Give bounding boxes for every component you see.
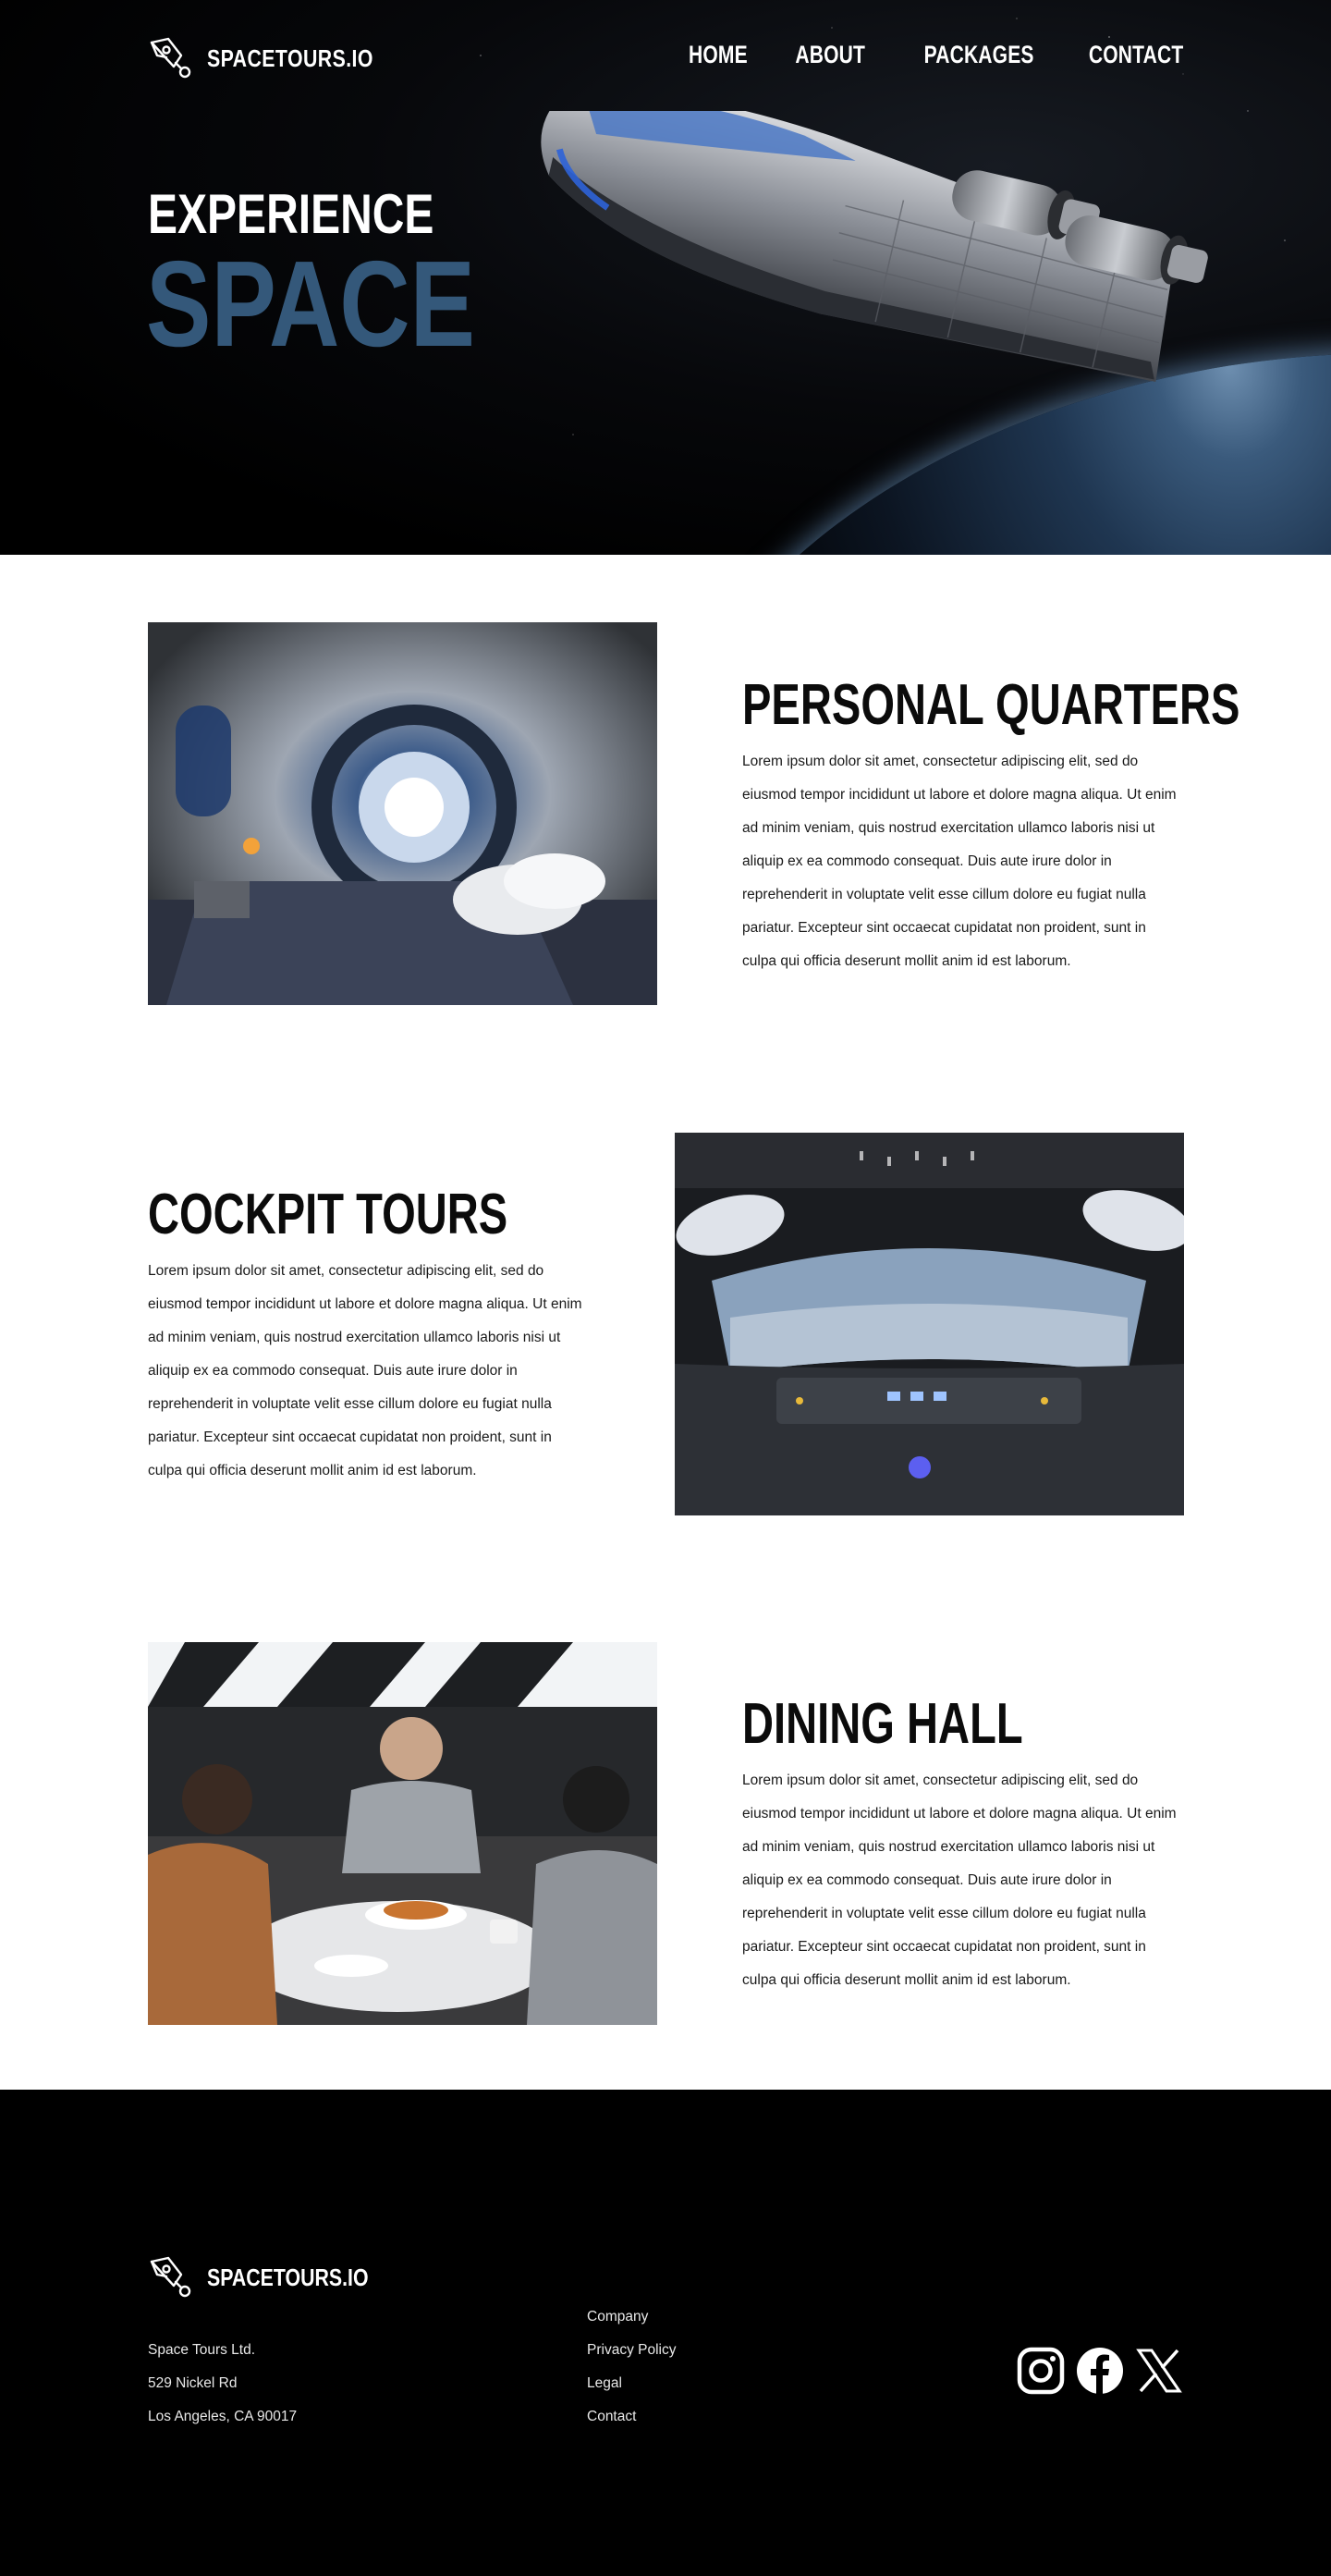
cockpit-tours-title: COCKPIT TOURS — [148, 1183, 508, 1246]
main-nav: HOME ABOUT PACKAGES CONTACT — [672, 41, 1183, 69]
personal-quarters-text: PERSONAL QUARTERS Lorem ipsum dolor sit … — [742, 675, 1239, 978]
header-logo[interactable]: SPACETOURS.IO — [148, 35, 409, 81]
spaceship-image — [541, 111, 1208, 382]
features-section: PERSONAL QUARTERS Lorem ipsum dolor sit … — [0, 555, 1331, 2090]
address-city: Los Angeles, CA 90017 — [148, 2409, 298, 2424]
cockpit-tours-image — [675, 1133, 1184, 1515]
personal-quarters-image — [148, 622, 657, 1005]
footer-link-legal[interactable]: Legal — [587, 2367, 676, 2400]
address-company: Space Tours Ltd. — [148, 2342, 256, 2358]
cockpit-tours-body: Lorem ipsum dolor sit amet, consectetur … — [148, 1263, 582, 1478]
rocket-icon — [150, 37, 191, 79]
address-street: 529 Nickel Rd — [148, 2375, 238, 2391]
brand-name: SPACETOURS.IO — [207, 43, 373, 72]
nav-packages[interactable]: PACKAGES — [924, 41, 1034, 69]
personal-quarters-title: PERSONAL QUARTERS — [742, 673, 1240, 737]
footer-link-company[interactable]: Company — [587, 2300, 676, 2334]
footer-address: Space Tours Ltd. 529 Nickel Rd Los Angel… — [148, 2334, 297, 2434]
instagram-icon[interactable] — [1017, 2347, 1065, 2399]
footer-links: Company Privacy Policy Legal Contact — [587, 2300, 676, 2434]
dining-hall-image — [148, 1642, 657, 2025]
hero-section: SPACETOURS.IO HOME ABOUT PACKAGES CONTAC… — [0, 0, 1331, 555]
rocket-icon — [150, 2256, 191, 2298]
dining-hall-text: DINING HALL Lorem ipsum dolor sit amet, … — [742, 1694, 1186, 1997]
footer-brand-name: SPACETOURS.IO — [207, 2263, 369, 2291]
hero-title-line2: SPACE — [146, 236, 475, 372]
nav-home[interactable]: HOME — [689, 41, 748, 69]
cockpit-tours-text: COCKPIT TOURS Lorem ipsum dolor sit amet… — [148, 1184, 592, 1488]
footer-logo[interactable]: SPACETOURS.IO — [148, 2254, 404, 2300]
footer-link-privacy[interactable]: Privacy Policy — [587, 2334, 676, 2367]
nav-about[interactable]: ABOUT — [795, 41, 865, 69]
hero-title: EXPERIENCE SPACE — [146, 185, 557, 372]
dining-hall-body: Lorem ipsum dolor sit amet, consectetur … — [742, 1773, 1177, 1988]
social-links — [1017, 2347, 1183, 2399]
dining-hall-title: DINING HALL — [742, 1692, 1023, 1756]
footer: SPACETOURS.IO Space Tours Ltd. 529 Nicke… — [0, 2090, 1331, 2576]
x-icon[interactable] — [1135, 2347, 1183, 2399]
footer-link-contact[interactable]: Contact — [587, 2400, 676, 2434]
nav-contact[interactable]: CONTACT — [1089, 41, 1183, 69]
facebook-icon[interactable] — [1076, 2347, 1124, 2399]
personal-quarters-body: Lorem ipsum dolor sit amet, consectetur … — [742, 754, 1177, 969]
